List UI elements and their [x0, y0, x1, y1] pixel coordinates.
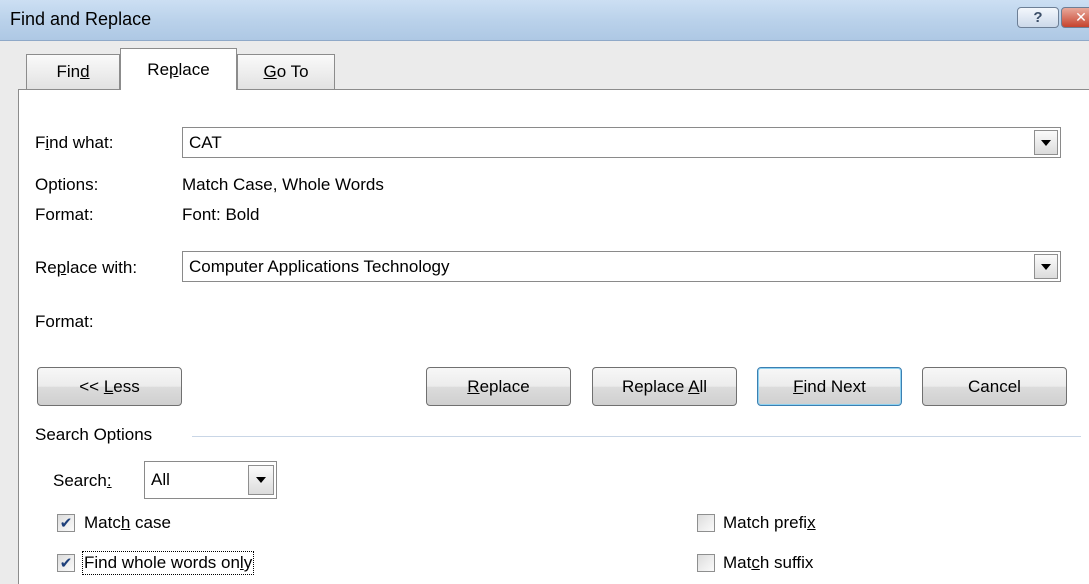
whole-words-label-text: Find whole words only — [84, 553, 253, 572]
match-case-label-text: Match case — [84, 513, 171, 532]
cancel-button-label: Cancel — [968, 376, 1021, 396]
replace-button[interactable]: Replace — [426, 367, 571, 406]
replace-with-dropdown-button[interactable] — [1034, 254, 1058, 279]
chevron-down-icon — [256, 477, 266, 483]
window-title: Find and Replace — [10, 9, 152, 29]
match-case-label[interactable]: Match case — [84, 513, 171, 533]
find-next-button-label: Find Next — [793, 376, 866, 396]
replace-with-input[interactable]: Computer Applications Technology — [189, 257, 450, 277]
find-what-dropdown-button[interactable] — [1034, 130, 1058, 155]
checkmark-icon: ✔ — [59, 514, 73, 532]
search-direction-dropdown-button[interactable] — [248, 465, 274, 495]
match-suffix-label[interactable]: Match suffix — [723, 553, 813, 573]
find-replace-dialog: Find and Replace ? ✕ Find Replace Go To … — [0, 0, 1089, 584]
whole-words-checkbox[interactable]: ✔ — [57, 554, 75, 572]
search-direction-value: All — [151, 470, 170, 489]
replace-with-combobox[interactable]: Computer Applications Technology — [182, 251, 1061, 282]
replace-tab-panel — [18, 89, 1089, 584]
checkmark-icon: ✔ — [59, 554, 73, 572]
match-prefix-label[interactable]: Match prefix — [723, 513, 816, 533]
options-value: Match Case, Whole Words — [182, 175, 384, 194]
replace-all-button[interactable]: Replace All — [592, 367, 737, 406]
match-prefix-label-text: Match prefix — [723, 513, 816, 532]
match-case-checkbox[interactable]: ✔ — [57, 514, 75, 532]
search-options-heading: Search Options — [35, 425, 153, 444]
replace-all-button-label: Replace All — [621, 376, 708, 396]
close-icon: ✕ — [1075, 9, 1087, 25]
find-what-label: Find what: — [35, 133, 113, 153]
match-prefix-checkbox[interactable] — [697, 514, 715, 532]
replace-format-label: Format: — [35, 312, 94, 331]
title-bar: Find and Replace ? ✕ — [0, 0, 1089, 41]
replace-with-label-text: Replace with: — [35, 258, 138, 277]
search-direction-select[interactable]: All — [144, 461, 277, 499]
chevron-down-icon — [1041, 139, 1051, 146]
tab-go-to-label: Go To — [263, 62, 309, 81]
tab-find-label: Find — [56, 62, 90, 81]
replace-with-label: Replace with: — [35, 258, 137, 278]
find-format-label: Format: — [35, 205, 94, 224]
tab-go-to[interactable]: Go To — [237, 54, 335, 89]
options-label: Options: — [35, 175, 99, 194]
cancel-button[interactable]: Cancel — [922, 367, 1067, 406]
help-icon: ? — [1033, 9, 1043, 26]
find-what-label-text: Find what: — [35, 133, 114, 152]
whole-words-label[interactable]: Find whole words only — [81, 551, 255, 575]
find-what-input[interactable]: CAT — [189, 133, 222, 153]
find-format-value: Font: Bold — [182, 205, 260, 224]
less-button[interactable]: << Less — [37, 367, 182, 406]
find-what-combobox[interactable]: CAT — [182, 127, 1061, 158]
chevron-down-icon — [1041, 263, 1051, 270]
help-button[interactable]: ? — [1017, 7, 1059, 28]
tab-replace-label: Replace — [147, 59, 210, 79]
match-suffix-label-text: Match suffix — [723, 553, 814, 572]
match-suffix-checkbox[interactable] — [697, 554, 715, 572]
find-next-button[interactable]: Find Next — [757, 367, 902, 406]
close-button[interactable]: ✕ — [1061, 7, 1089, 28]
search-direction-label: Search: — [53, 471, 112, 491]
replace-button-label: Replace — [467, 376, 530, 396]
search-options-divider — [192, 436, 1081, 437]
less-button-label: << Less — [79, 376, 140, 396]
tab-find[interactable]: Find — [26, 54, 120, 89]
search-direction-label-text: Search: — [53, 471, 112, 490]
tab-replace[interactable]: Replace — [120, 48, 237, 90]
